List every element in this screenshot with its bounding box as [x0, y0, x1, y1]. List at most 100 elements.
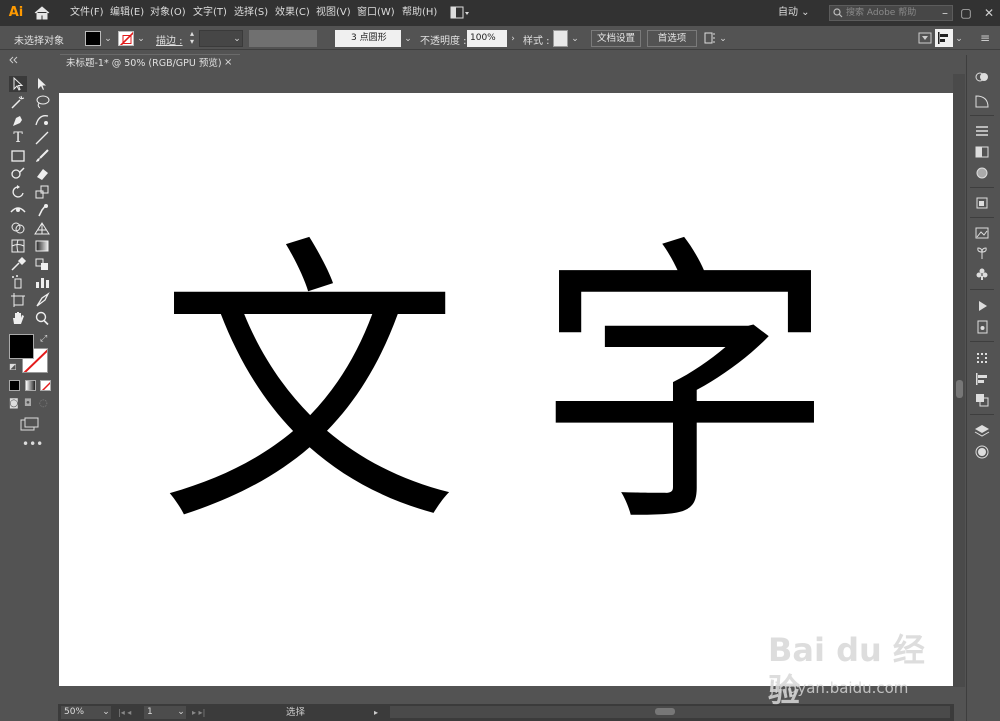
color-panel-icon[interactable]	[974, 70, 990, 84]
symbol-sprayer-tool-icon[interactable]	[9, 274, 27, 290]
mesh-tool-icon[interactable]	[9, 238, 27, 254]
help-search-input[interactable]: 搜索 Adobe 帮助	[829, 5, 953, 21]
actions-panel-icon[interactable]	[974, 299, 990, 313]
stroke-panel-icon[interactable]	[974, 124, 990, 138]
blend-tool-icon[interactable]	[33, 256, 51, 272]
curvature-tool-icon[interactable]	[33, 112, 51, 128]
appearance-panel-icon[interactable]	[974, 196, 990, 210]
draw-behind-icon[interactable]: ◘	[24, 398, 36, 410]
color-guide-icon[interactable]	[974, 94, 990, 108]
menu-file[interactable]: 文件(F)	[70, 0, 104, 26]
draw-inside-icon[interactable]: ◌	[39, 398, 51, 410]
chevron-down-icon[interactable]: ⌄	[403, 34, 413, 44]
links-panel-icon[interactable]	[974, 320, 990, 334]
chevron-right-icon[interactable]: ›	[508, 34, 518, 44]
draw-normal-icon[interactable]: ◙	[9, 398, 21, 410]
next-artboard-icons[interactable]: ▸ ▸|	[192, 706, 216, 719]
chevron-down-icon[interactable]: ⌄	[176, 707, 186, 717]
artboard-tool-icon[interactable]	[9, 292, 27, 308]
align-panel-icon[interactable]	[974, 372, 990, 386]
artboards-panel-icon[interactable]	[974, 445, 990, 459]
menu-window[interactable]: 窗口(W)	[357, 0, 395, 26]
chevron-down-icon[interactable]: ⌄	[718, 34, 728, 44]
opacity-input[interactable]: 100%	[467, 30, 507, 47]
document-setup-button[interactable]: 文档设置	[591, 30, 641, 47]
fill-color-front[interactable]	[9, 334, 34, 359]
puppet-warp-tool-icon[interactable]	[33, 202, 51, 218]
eyedropper-tool-icon[interactable]	[9, 256, 27, 272]
vertical-scroll-thumb[interactable]	[956, 380, 963, 398]
image-trace-icon[interactable]	[974, 226, 990, 240]
align-icon[interactable]	[935, 29, 953, 47]
brush-definition-dropdown[interactable]: 3 点圆形	[335, 30, 401, 47]
column-graph-tool-icon[interactable]	[33, 274, 51, 290]
width-tool-icon[interactable]	[9, 202, 27, 218]
eraser-tool-icon[interactable]	[33, 166, 51, 182]
stroke-weight-stepper[interactable]: ▴ ▾	[187, 30, 197, 47]
panel-menu-icon[interactable]	[918, 31, 932, 45]
close-window-icon[interactable]: ✕	[982, 0, 996, 26]
transform-icon[interactable]	[704, 31, 716, 45]
minimize-icon[interactable]: –	[938, 0, 952, 26]
pathfinder-panel-icon[interactable]	[974, 393, 990, 407]
toolbar-collapse-icon[interactable]	[9, 56, 49, 64]
stroke-color-swatch[interactable]	[118, 31, 134, 46]
rotate-tool-icon[interactable]	[9, 184, 27, 200]
chevron-down-icon[interactable]: ⌄	[570, 34, 580, 44]
previous-artboard-icons[interactable]: |◂ ◂	[118, 706, 142, 719]
chevron-down-icon[interactable]: ⌄	[136, 34, 146, 44]
selection-tool-icon[interactable]	[9, 76, 27, 92]
gradient-tool-icon[interactable]	[33, 238, 51, 254]
stroke-label[interactable]: 描边 :	[156, 32, 183, 47]
none-mode-icon[interactable]	[40, 380, 51, 391]
menu-help[interactable]: 帮助(H)	[402, 0, 437, 26]
brushes-panel-icon[interactable]	[974, 267, 990, 281]
chevron-down-icon[interactable]: ⌄	[954, 34, 964, 44]
preferences-button[interactable]: 首选项	[647, 30, 697, 47]
arrange-documents-icon[interactable]	[450, 6, 470, 20]
rectangle-tool-icon[interactable]	[9, 148, 27, 164]
shape-builder-tool-icon[interactable]	[9, 220, 27, 236]
chevron-down-icon[interactable]: ⌄	[232, 34, 242, 44]
lasso-tool-icon[interactable]	[33, 94, 51, 110]
layers-panel-icon[interactable]	[974, 424, 990, 438]
menu-view[interactable]: 视图(V)	[316, 0, 351, 26]
slice-tool-icon[interactable]	[33, 292, 51, 308]
menu-effect[interactable]: 效果(C)	[275, 0, 310, 26]
menu-edit[interactable]: 编辑(E)	[110, 0, 144, 26]
color-mode-icon[interactable]	[9, 380, 20, 391]
menu-type[interactable]: 文字(T)	[193, 0, 227, 26]
artboard-text-zi[interactable]: 字	[535, 228, 835, 548]
horizontal-scroll-thumb[interactable]	[655, 708, 675, 715]
artboard-text-wen[interactable]: 文	[159, 228, 459, 548]
close-tab-icon[interactable]: ×	[224, 54, 234, 74]
status-current-tool[interactable]: 选择	[286, 706, 305, 719]
shaper-tool-icon[interactable]	[9, 166, 27, 182]
transform-panel-icon[interactable]	[974, 351, 990, 365]
zoom-tool-icon[interactable]	[33, 310, 51, 326]
gradient-panel-icon[interactable]	[974, 145, 990, 159]
default-fill-stroke-icon[interactable]: ◩	[9, 362, 19, 372]
menu-object[interactable]: 对象(O)	[150, 0, 186, 26]
hand-tool-icon[interactable]	[9, 310, 27, 326]
document-tab[interactable]: 未标题-1* @ 50% (RGB/GPU 预览)	[60, 54, 240, 74]
scale-tool-icon[interactable]	[33, 184, 51, 200]
type-tool-icon[interactable]: T	[9, 130, 27, 146]
status-menu-icon[interactable]: ▸	[374, 706, 384, 719]
variable-width-profile[interactable]	[249, 30, 317, 47]
fill-color-swatch[interactable]	[85, 31, 101, 46]
graphic-style-swatch[interactable]	[553, 30, 568, 47]
direct-selection-tool-icon[interactable]	[33, 76, 51, 92]
maximize-icon[interactable]: ▢	[959, 0, 973, 26]
perspective-grid-tool-icon[interactable]	[33, 220, 51, 236]
transparency-panel-icon[interactable]	[974, 166, 990, 180]
line-segment-tool-icon[interactable]	[33, 130, 51, 146]
workspace-switcher[interactable]: 自动 ⌄	[778, 0, 810, 26]
edit-toolbar-icon[interactable]: •••	[22, 438, 43, 450]
home-icon[interactable]	[33, 4, 51, 22]
gradient-mode-icon[interactable]	[25, 380, 36, 391]
magic-wand-tool-icon[interactable]	[9, 94, 27, 110]
paintbrush-tool-icon[interactable]	[33, 148, 51, 164]
control-bar-menu-icon[interactable]: ≡	[978, 30, 992, 46]
menu-select[interactable]: 选择(S)	[234, 0, 268, 26]
